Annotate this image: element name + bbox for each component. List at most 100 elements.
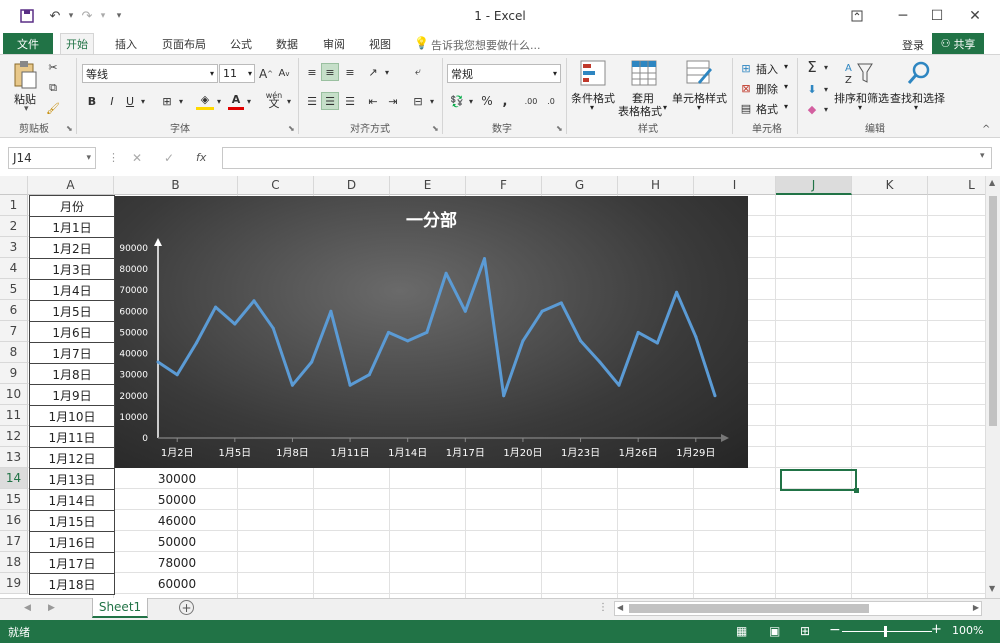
chevron-down-icon[interactable]: ▾ (244, 92, 254, 110)
data-point[interactable] (406, 339, 410, 343)
cell-a12[interactable]: 1月11日 (29, 426, 115, 448)
cell-a13[interactable]: 1月12日 (29, 447, 115, 469)
name-box[interactable]: J14 ▾ (8, 147, 96, 169)
conditional-format-icon[interactable] (580, 60, 606, 89)
data-point[interactable] (271, 326, 275, 330)
data-point[interactable] (348, 383, 352, 387)
delete-cells-icon[interactable]: ⊠ (738, 80, 754, 96)
series-line[interactable] (157, 257, 717, 398)
cell-a4[interactable]: 1月3日 (29, 258, 115, 280)
data-point[interactable] (617, 383, 621, 387)
fill-icon[interactable]: ⬇ (803, 80, 821, 98)
format-cells-icon[interactable]: ▤ (738, 100, 754, 116)
zoom-slider[interactable] (842, 631, 932, 632)
share-button[interactable]: ⚇ 共享 (932, 33, 984, 54)
cell-style-icon[interactable] (686, 60, 714, 89)
tab-formulas[interactable]: 公式 (225, 33, 257, 54)
clear-icon[interactable]: ◆ (803, 100, 821, 118)
zoom-slider-thumb[interactable] (884, 626, 887, 637)
align-bottom-icon[interactable]: ≡ (341, 63, 359, 81)
chevron-down-icon[interactable]: ▾ (821, 100, 831, 118)
insert-cells-button[interactable]: 插入 (756, 61, 778, 77)
save-icon[interactable] (18, 7, 36, 25)
fill-handle[interactable] (854, 488, 859, 493)
column-header-j[interactable]: J (776, 176, 852, 195)
data-point[interactable] (387, 330, 390, 334)
decrease-indent-icon[interactable]: ⇤ (364, 92, 382, 110)
chevron-down-icon[interactable]: ▾ (821, 80, 831, 98)
chevron-down-icon[interactable]: ▾ (784, 62, 788, 71)
cell-a19[interactable]: 1月18日 (29, 573, 115, 595)
data-point[interactable] (655, 341, 659, 345)
insert-cells-icon[interactable]: ⊞ (738, 60, 754, 76)
increase-font-icon[interactable]: A ^ (258, 64, 274, 83)
align-right-icon[interactable]: ☰ (341, 92, 359, 110)
enter-icon[interactable]: ✓ (164, 151, 174, 165)
vertical-scrollbar[interactable]: ▲ ▼ (985, 176, 1000, 598)
data-point[interactable] (310, 360, 314, 364)
row-header-16[interactable]: 16 (0, 510, 28, 531)
format-cells-button[interactable]: 格式 (756, 101, 778, 117)
data-point[interactable] (425, 330, 429, 334)
chevron-down-icon[interactable]: ▾ (138, 92, 148, 110)
align-launcher-icon[interactable]: ⬊ (432, 124, 439, 133)
chevron-down-icon[interactable]: ▾ (466, 92, 476, 110)
align-center-icon[interactable]: ☰ (321, 92, 339, 110)
fill-color-icon[interactable]: ◈ (196, 92, 214, 110)
delete-cells-button[interactable]: 删除 (756, 81, 778, 97)
chevron-down-icon[interactable]: ▾ (784, 82, 788, 91)
hscroll-thumb[interactable] (629, 604, 869, 613)
row-header-14[interactable]: 14 (0, 468, 28, 489)
header-cell-month[interactable]: 月份 (29, 195, 115, 217)
data-point[interactable] (194, 341, 198, 345)
tab-review[interactable]: 审阅 (318, 33, 350, 54)
orientation-icon[interactable]: ↗ (364, 63, 382, 81)
chevron-down-icon[interactable]: ▾ (176, 92, 186, 110)
data-point[interactable] (598, 360, 602, 364)
scroll-left-icon[interactable]: ◀ (617, 603, 623, 612)
row-header-6[interactable]: 6 (0, 300, 28, 321)
expand-formula-icon[interactable]: ▾ (980, 151, 985, 161)
decrease-font-icon[interactable]: Av (276, 64, 292, 83)
merge-center-icon[interactable]: ⊟ (409, 92, 427, 110)
data-point[interactable] (579, 339, 583, 343)
data-point[interactable] (675, 290, 679, 294)
tab-file[interactable]: 文件 (3, 33, 53, 54)
increase-decimal-icon[interactable]: .00 (522, 92, 540, 110)
font-color-icon[interactable]: A (228, 92, 244, 110)
zoom-out-icon[interactable]: − (829, 622, 841, 638)
collapse-ribbon-icon[interactable]: ^ (982, 124, 990, 135)
data-point[interactable] (463, 309, 467, 313)
column-header-i[interactable]: I (694, 176, 776, 195)
plus-icon[interactable]: + (179, 600, 194, 615)
sort-filter-icon[interactable]: AZ (844, 60, 874, 89)
data-point[interactable] (233, 322, 237, 326)
chevron-down-icon[interactable]: ▾ (590, 103, 594, 112)
column-header-e[interactable]: E (390, 176, 466, 195)
row-header-5[interactable]: 5 (0, 279, 28, 300)
phonetic-icon[interactable]: wén 文 (264, 90, 284, 110)
data-point[interactable] (502, 394, 506, 398)
column-header-g[interactable]: G (542, 176, 618, 195)
align-top-icon[interactable]: ≡ (303, 63, 321, 81)
scroll-right-icon[interactable]: ▶ (973, 603, 979, 612)
selected-cell-j14[interactable] (780, 469, 857, 491)
percent-icon[interactable]: % (478, 92, 496, 110)
tab-page-layout[interactable]: 页面布局 (157, 33, 211, 54)
tab-data[interactable]: 数据 (271, 33, 303, 54)
cell-a11[interactable]: 1月10日 (29, 405, 115, 427)
column-header-k[interactable]: K (852, 176, 928, 195)
line-chart[interactable]: 一分部 0 10000 20000 30000 40000 50000 60000 70000… (115, 196, 748, 468)
cell-a2[interactable]: 1月1日 (29, 216, 115, 238)
sheet-next-icon[interactable]: ▶ (48, 603, 55, 613)
row-header-19[interactable]: 19 (0, 573, 28, 594)
underline-icon[interactable]: U (122, 92, 138, 110)
chevron-down-icon[interactable]: ▾ (697, 103, 701, 112)
number-launcher-icon[interactable]: ⬊ (556, 124, 563, 133)
column-header-b[interactable]: B (114, 176, 238, 195)
select-all-corner[interactable] (0, 176, 28, 195)
cancel-icon[interactable]: ✕ (132, 151, 142, 165)
row-header-8[interactable]: 8 (0, 342, 28, 363)
cell-a3[interactable]: 1月2日 (29, 237, 115, 259)
cell-a17[interactable]: 1月16日 (29, 531, 115, 553)
